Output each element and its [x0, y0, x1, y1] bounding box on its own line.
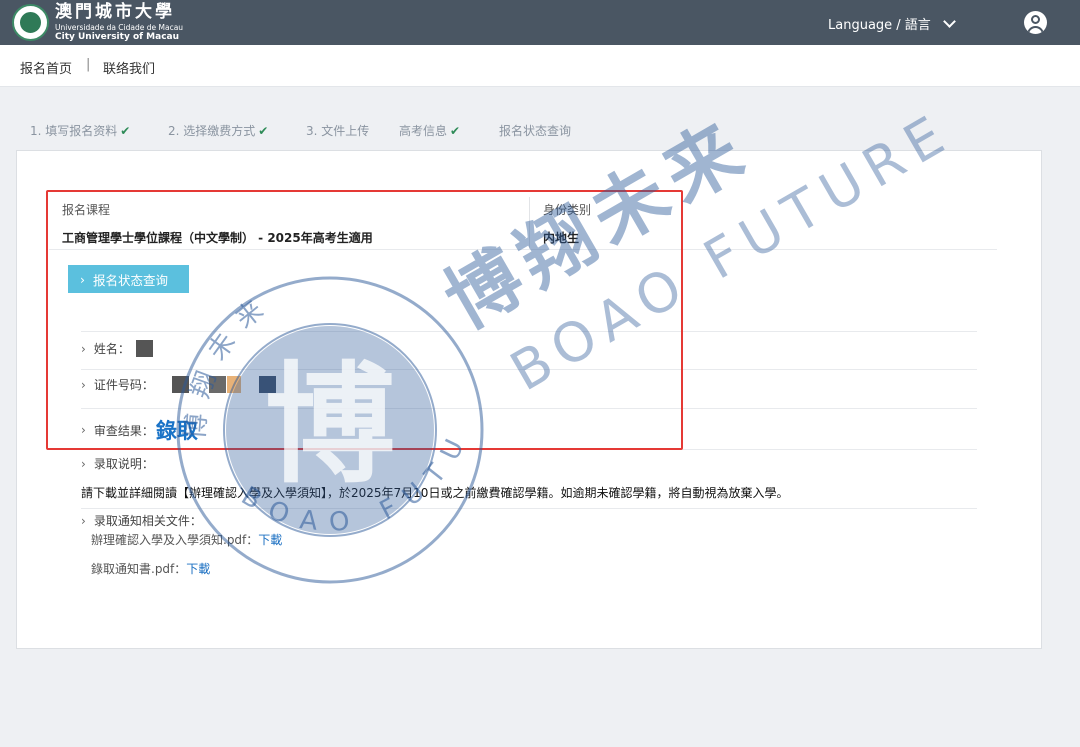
step-2[interactable]: 2. 选择缴费方式 ✔ — [168, 122, 268, 139]
nav-home-link[interactable]: 报名首页 — [20, 58, 72, 77]
top-header: 澳門城市大學 Universidade da Cidade de Macau C… — [0, 0, 1080, 45]
step-1[interactable]: 1. 填写报名资料 ✔ — [30, 122, 130, 139]
divider — [81, 508, 977, 509]
university-seal-icon — [12, 4, 49, 42]
step-3[interactable]: 3. 文件上传 — [306, 122, 369, 139]
logo-portuguese-name: Universidade da Cidade de Macau — [55, 23, 184, 32]
user-avatar-icon[interactable] — [1024, 11, 1047, 34]
admission-note-text: 請下載並詳細閱讀【辦理確認入學及入學須知】，於2025年7月10日或之前繳費確認… — [81, 486, 789, 500]
university-logo[interactable]: 澳門城市大學 Universidade da Cidade de Macau C… — [12, 4, 183, 42]
nav-bar: 报名首页 | 联络我们 — [0, 45, 1080, 87]
language-selector[interactable]: Language / 語言 — [828, 14, 956, 33]
document-name: 錄取通知書.pdf： — [91, 562, 187, 576]
document-item: 錄取通知書.pdf：下載 — [91, 560, 210, 577]
chevron-right-icon: › — [81, 456, 86, 471]
admission-note-row: › 录取说明： — [81, 455, 154, 472]
document-item: 辦理確認入學及入學須知.pdf：下載 — [91, 531, 282, 548]
download-link[interactable]: 下載 — [186, 562, 210, 576]
documents-row: › 录取通知相关文件： — [81, 512, 202, 529]
check-icon: ✔ — [450, 124, 461, 138]
document-name: 辦理確認入學及入學須知.pdf： — [91, 533, 259, 547]
step-5[interactable]: 报名状态查询 — [499, 122, 571, 139]
nav-contact-link[interactable]: 联络我们 — [103, 58, 155, 77]
language-label: Language / 語言 — [828, 18, 931, 33]
nav-separator: | — [86, 57, 91, 72]
check-icon: ✔ — [120, 124, 131, 138]
logo-english-name: City University of Macau — [55, 31, 180, 42]
chevron-down-icon — [942, 14, 956, 28]
download-link[interactable]: 下載 — [258, 533, 282, 547]
admission-note-label: 录取说明： — [93, 457, 154, 471]
documents-label: 录取通知相关文件： — [93, 514, 202, 528]
logo-chinese-name: 澳門城市大學 — [55, 2, 175, 22]
check-icon: ✔ — [258, 124, 269, 138]
step-4[interactable]: 高考信息 ✔ — [399, 122, 460, 139]
highlight-box — [46, 190, 683, 450]
chevron-right-icon: › — [81, 513, 86, 528]
